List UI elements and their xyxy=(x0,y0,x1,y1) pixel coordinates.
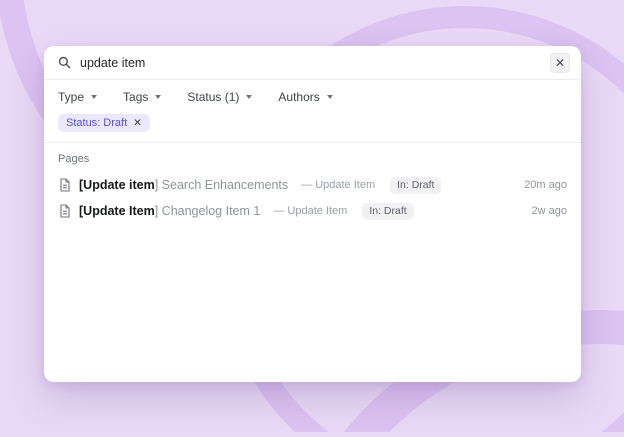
chevron-down-icon xyxy=(91,95,98,99)
result-row[interactable]: [Update Item] Changelog Item 1 — Update … xyxy=(58,198,567,224)
results-section-label: Pages xyxy=(58,153,90,165)
search-icon xyxy=(58,56,71,69)
filter-dropdown-type[interactable]: Type xyxy=(58,90,98,104)
filter-section: Type Tags Status (1) Authors Status: Dra… xyxy=(44,80,581,143)
result-title-match: Update item xyxy=(83,178,155,192)
chevron-down-icon xyxy=(326,95,333,99)
page-icon xyxy=(58,178,71,192)
filter-dropdown-label: Status (1) xyxy=(187,90,240,104)
result-title-rest: ] Changelog Item 1 xyxy=(154,204,261,218)
result-title-match: Update Item xyxy=(83,204,155,218)
filter-dropdown-tags[interactable]: Tags xyxy=(123,90,162,104)
result-breadcrumb: — Update Item xyxy=(301,179,376,191)
status-badge: In: Draft xyxy=(390,176,442,194)
chevron-down-icon xyxy=(155,95,162,99)
close-button[interactable]: ✕ xyxy=(550,52,570,73)
search-bar: ✕ xyxy=(44,46,581,80)
filter-dropdown-row: Type Tags Status (1) Authors xyxy=(58,90,567,104)
search-modal: ✕ Type Tags Status (1) Authors Sta xyxy=(44,46,581,382)
result-row[interactable]: [Update item] Search Enhancements — Upda… xyxy=(58,172,567,198)
remove-filter-icon[interactable]: ✕ xyxy=(133,118,142,129)
result-timestamp: 20m ago xyxy=(524,179,567,191)
result-title: [Update Item] Changelog Item 1 xyxy=(79,204,260,218)
search-input[interactable] xyxy=(80,55,541,70)
filter-dropdown-authors[interactable]: Authors xyxy=(278,90,333,104)
result-timestamp: 2w ago xyxy=(531,205,567,217)
result-title: [Update item] Search Enhancements xyxy=(79,178,288,192)
results-section: Pages [Update item] Search Enhancements … xyxy=(44,143,581,382)
active-filter-chip-status-draft[interactable]: Status: Draft ✕ xyxy=(58,114,150,132)
result-breadcrumb: — Update Item xyxy=(273,205,348,217)
page-icon xyxy=(58,204,71,218)
chevron-down-icon xyxy=(246,95,253,99)
filter-dropdown-label: Authors xyxy=(278,90,320,104)
status-badge: In: Draft xyxy=(362,202,414,220)
filter-dropdown-label: Type xyxy=(58,90,85,104)
filter-dropdown-status[interactable]: Status (1) xyxy=(187,90,253,104)
active-filter-label: Status: Draft xyxy=(66,117,128,129)
filter-dropdown-label: Tags xyxy=(123,90,149,104)
result-title-rest: ] Search Enhancements xyxy=(154,178,289,192)
close-icon: ✕ xyxy=(554,55,566,70)
active-filter-row: Status: Draft ✕ xyxy=(58,114,567,132)
